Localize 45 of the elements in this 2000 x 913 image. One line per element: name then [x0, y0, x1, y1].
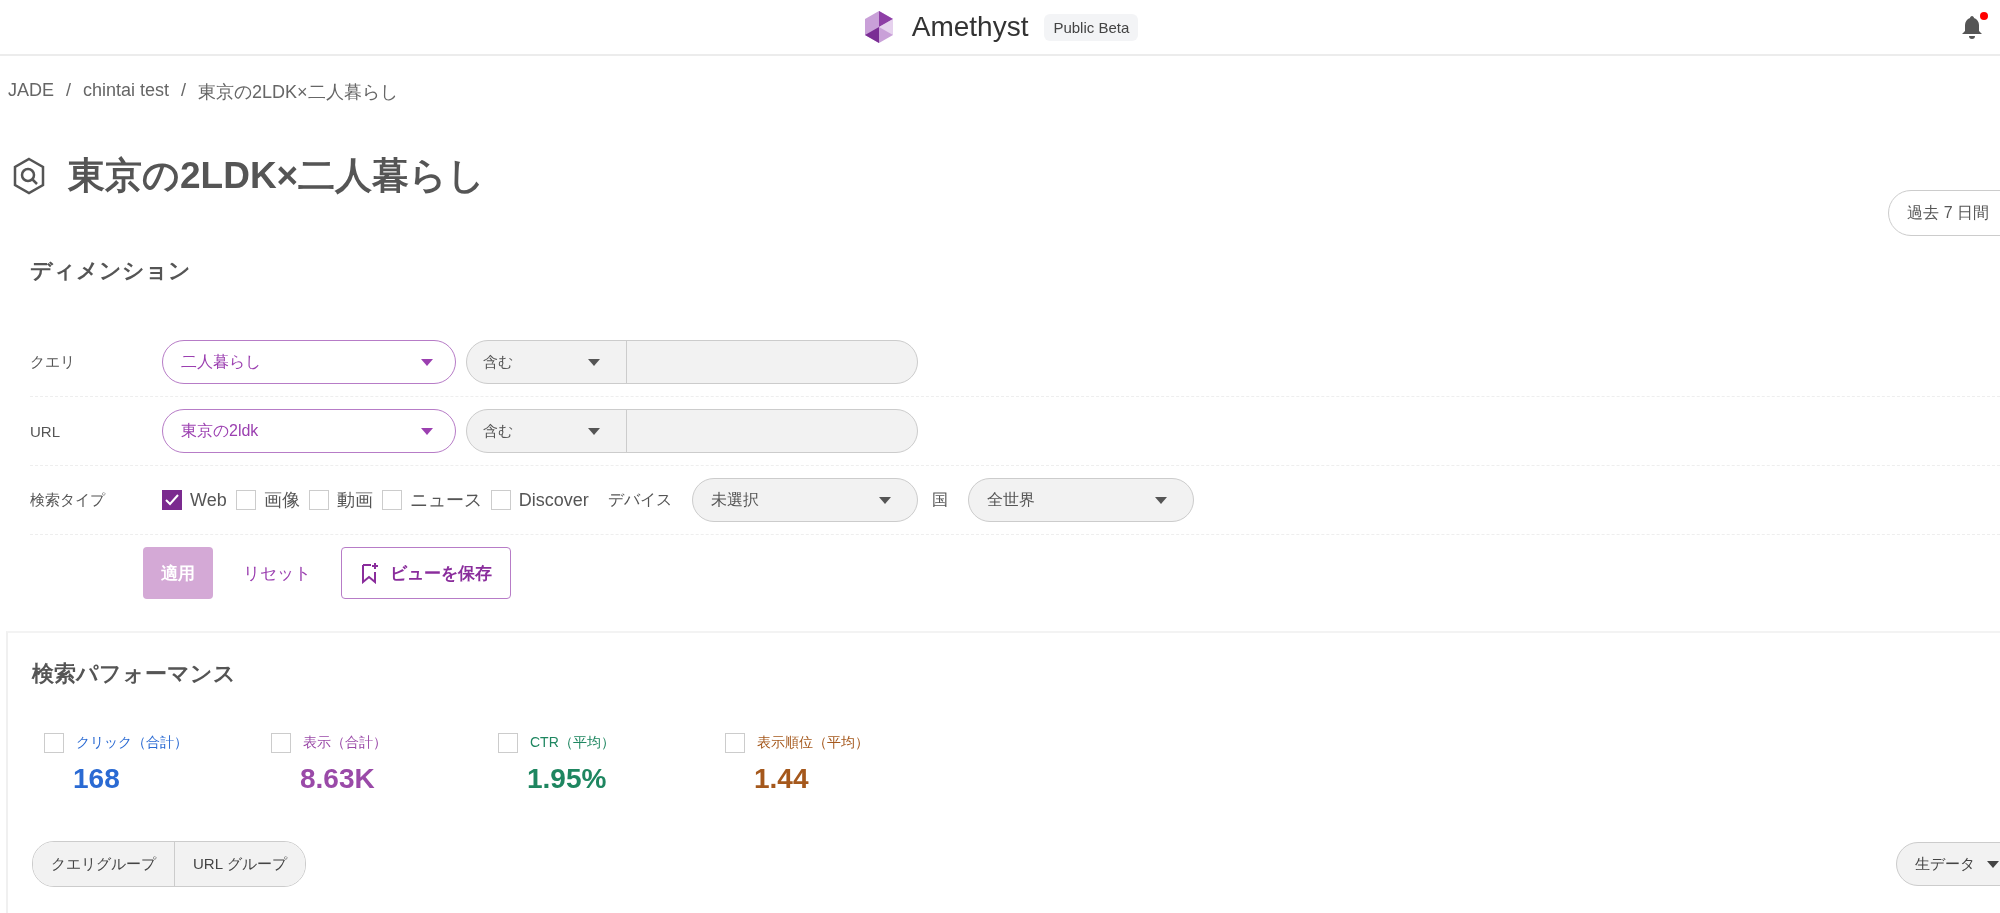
metric-label: クリック（合計） [76, 734, 188, 752]
filter-label: デバイス [607, 489, 672, 510]
filter-label: クエリ [30, 352, 76, 372]
date-range-button[interactable]: 過去 7 日間 [1888, 190, 2000, 236]
search-icon [12, 157, 46, 195]
breadcrumb-link[interactable]: 東京の2LDK×二人暮らし [198, 80, 398, 104]
metric-value: 8.63K [300, 763, 376, 795]
breadcrumb-separator: / [66, 80, 72, 102]
bookmark-icon [360, 562, 380, 584]
caret-icon [421, 427, 433, 435]
checkbox[interactable] [162, 490, 182, 510]
checkbox-label: ニュース [409, 489, 482, 512]
checkbox-label: 動画 [336, 489, 373, 512]
metric-label: 表示順位（平均） [757, 734, 869, 752]
metric-value: 168 [73, 763, 121, 795]
filter-label: 検索タイプ [30, 490, 107, 510]
view-mode-dropdown[interactable]: 生データ [1896, 842, 2000, 886]
filter-label: URL [30, 422, 61, 440]
beta-badge: Public Beta [1044, 13, 1139, 41]
bell-icon[interactable] [1960, 12, 1988, 40]
caret-icon [1987, 860, 1999, 868]
metric-value: 1.44 [754, 763, 810, 795]
checkbox-label: 画像 [263, 489, 300, 512]
page-title: 東京の2LDK×二人暮らし [68, 154, 486, 198]
metric-label: 表示（合計） [303, 734, 387, 752]
caret-icon [421, 358, 433, 366]
section-heading: ディメンション [30, 257, 192, 285]
group-tab[interactable]: クエリグループ [33, 842, 175, 886]
metric-label: CTR（平均） [530, 734, 615, 752]
breadcrumb-separator: / [181, 80, 187, 102]
reset-link[interactable]: リセット [243, 547, 311, 599]
save-view-button[interactable]: ビューを保存 [341, 547, 511, 599]
country-dropdown[interactable]: 全世界 [967, 478, 1194, 522]
metric-value: 1.95% [527, 763, 608, 795]
filter-label: 国 [931, 489, 948, 510]
device-dropdown[interactable]: 未選択 [691, 478, 918, 522]
caret-icon [878, 496, 891, 504]
section-heading: 検索パフォーマンス [32, 660, 237, 688]
breadcrumb-link[interactable]: JADE [8, 80, 54, 104]
brand-name: Amethyst [911, 11, 1029, 43]
checkbox-label: Discover [518, 489, 589, 511]
group-tab[interactable]: URL グループ [175, 842, 305, 886]
breadcrumb-link[interactable]: chintai test [83, 80, 170, 104]
checkbox-label: Web [190, 489, 227, 511]
caret-icon [1154, 496, 1167, 504]
